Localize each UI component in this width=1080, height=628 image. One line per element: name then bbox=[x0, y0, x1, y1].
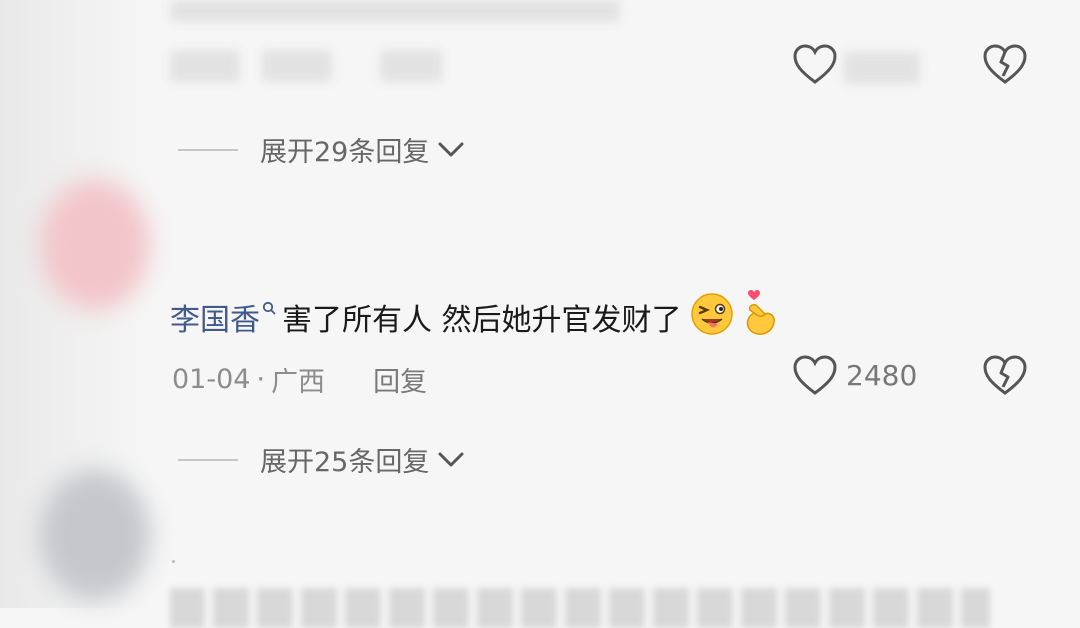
blurred-reply-button[interactable] bbox=[380, 50, 442, 82]
divider-line bbox=[178, 148, 238, 151]
expand-replies-button[interactable]: 展开29条回复 bbox=[178, 130, 465, 169]
chevron-down-icon bbox=[437, 451, 465, 469]
meta-separator: · bbox=[256, 364, 266, 395]
blurred-like-count bbox=[844, 52, 920, 84]
like-count: 2480 bbox=[846, 359, 918, 392]
blurred-location bbox=[262, 50, 332, 82]
blurred-comment-text bbox=[170, 0, 620, 22]
avatar[interactable] bbox=[40, 180, 150, 310]
comment-date: 01-04 bbox=[172, 364, 251, 395]
winking-tongue-face-emoji-icon bbox=[688, 290, 740, 344]
like-heart-icon[interactable] bbox=[792, 355, 838, 397]
reply-button[interactable]: 回复 bbox=[373, 360, 427, 399]
finger-heart-emoji-icon bbox=[740, 288, 780, 346]
like-heart-icon[interactable] bbox=[792, 44, 838, 86]
expand-replies-label: 展开25条回复 bbox=[260, 447, 430, 478]
expand-replies-label: 展开29条回复 bbox=[260, 137, 430, 168]
comment-body[interactable]: 李国香 害了所有人 然后她升官发财了 bbox=[170, 288, 780, 346]
cut-off-comment-text bbox=[170, 588, 990, 628]
author-search-icon bbox=[262, 300, 276, 319]
expand-replies-button[interactable]: 展开25条回复 bbox=[178, 440, 465, 479]
comment-location: 广西 bbox=[271, 367, 326, 398]
dislike-broken-heart-icon[interactable] bbox=[982, 355, 1028, 397]
comment-author[interactable]: 李国香 bbox=[170, 295, 260, 339]
avatar[interactable] bbox=[40, 470, 150, 600]
chevron-down-icon bbox=[437, 141, 465, 159]
dislike-broken-heart-icon[interactable] bbox=[982, 44, 1028, 86]
comment-meta: 01-04 · 广西 回复 bbox=[172, 360, 427, 399]
blurred-date bbox=[170, 50, 240, 82]
divider-line bbox=[178, 458, 238, 461]
dot-divider bbox=[172, 560, 175, 563]
comment-text: 害了所有人 然后她升官发财了 bbox=[282, 303, 682, 338]
